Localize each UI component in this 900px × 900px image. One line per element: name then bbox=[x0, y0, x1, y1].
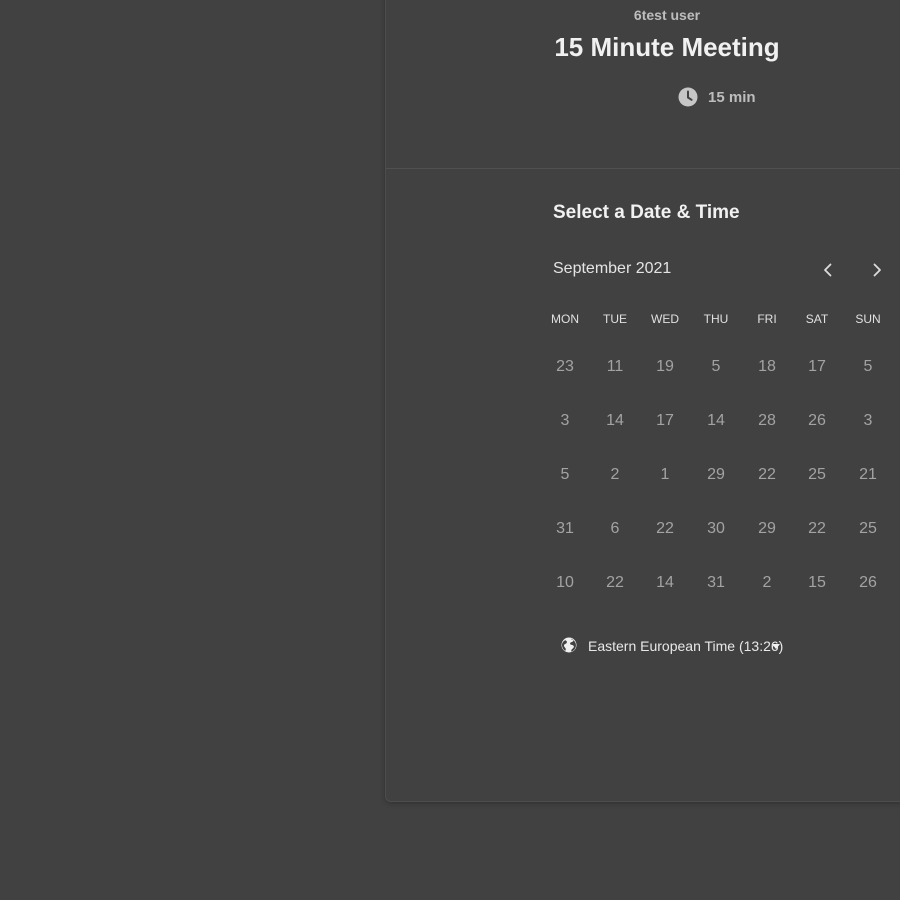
weekday-label: SUN bbox=[855, 312, 881, 326]
event-title: 15 Minute Meeting bbox=[554, 32, 780, 62]
weekday-label: MON bbox=[551, 312, 579, 326]
scheduling-card: 6test user 15 Minute Meeting 15 min Sele… bbox=[385, 0, 900, 802]
calendar-day: 22 bbox=[808, 520, 826, 537]
calendar-day: 28 bbox=[758, 412, 776, 429]
calendar-day: 15 bbox=[808, 574, 826, 591]
calendar-day: 3 bbox=[863, 412, 873, 429]
weekday-label: WED bbox=[651, 312, 679, 326]
calendar-day: 2 bbox=[762, 574, 772, 591]
calendar-day: 21 bbox=[859, 466, 877, 483]
month-label: September 2021 bbox=[553, 260, 672, 277]
calendar-day: 29 bbox=[758, 520, 776, 537]
calendar-day: 19 bbox=[656, 358, 674, 375]
calendar-day: 6 bbox=[610, 520, 620, 537]
calendar-day: 22 bbox=[606, 574, 624, 591]
globe-icon bbox=[561, 637, 577, 653]
calendar-day: 17 bbox=[656, 412, 674, 429]
calendar-day: 1 bbox=[660, 466, 670, 483]
calendar-day: 5 bbox=[863, 358, 873, 375]
calendar-day: 22 bbox=[758, 466, 776, 483]
calendar-day: 31 bbox=[707, 574, 725, 591]
section-title: Select a Date & Time bbox=[553, 202, 740, 223]
weekday-label: THU bbox=[703, 312, 729, 326]
chevron-left-icon bbox=[824, 263, 832, 277]
calendar-day: 14 bbox=[606, 412, 624, 429]
calendar-day: 14 bbox=[656, 574, 674, 591]
owner-name: 6test user bbox=[633, 7, 701, 23]
caret-down-icon bbox=[772, 644, 780, 649]
calendar-day: 5 bbox=[711, 358, 721, 375]
timezone-label: Eastern European Time (13:26) bbox=[588, 638, 784, 654]
chevron-right-icon bbox=[873, 263, 881, 277]
calendar-day: 3 bbox=[560, 412, 570, 429]
calendar-day: 22 bbox=[656, 520, 674, 537]
calendar-day: 5 bbox=[560, 466, 570, 483]
calendar-day: 14 bbox=[707, 412, 725, 429]
calendar-day: 26 bbox=[859, 574, 877, 591]
weekday-label: FRI bbox=[757, 312, 777, 326]
calendar-day: 23 bbox=[556, 358, 574, 375]
weekday-label: SAT bbox=[805, 312, 829, 326]
next-month-button[interactable] bbox=[865, 258, 889, 282]
calendar-day: 25 bbox=[808, 466, 826, 483]
duration-label: 15 min bbox=[708, 89, 756, 106]
calendar-day: 18 bbox=[758, 358, 776, 375]
calendar-day: 10 bbox=[556, 574, 574, 591]
event-header: 6test user 15 Minute Meeting 15 min bbox=[386, 0, 900, 169]
clock-icon bbox=[678, 87, 698, 107]
calendar-day: 31 bbox=[556, 520, 574, 537]
booking-page: 6test user 15 Minute Meeting 15 min Sele… bbox=[0, 0, 900, 900]
calendar-day: 30 bbox=[707, 520, 725, 537]
calendar-day: 29 bbox=[707, 466, 725, 483]
calendar-day: 17 bbox=[808, 358, 826, 375]
calendar-day: 2 bbox=[610, 466, 620, 483]
weekday-label: TUE bbox=[603, 312, 627, 326]
calendar-day: 25 bbox=[859, 520, 877, 537]
previous-month-button[interactable] bbox=[816, 258, 840, 282]
calendar-day: 26 bbox=[808, 412, 826, 429]
calendar-day: 11 bbox=[606, 358, 624, 375]
